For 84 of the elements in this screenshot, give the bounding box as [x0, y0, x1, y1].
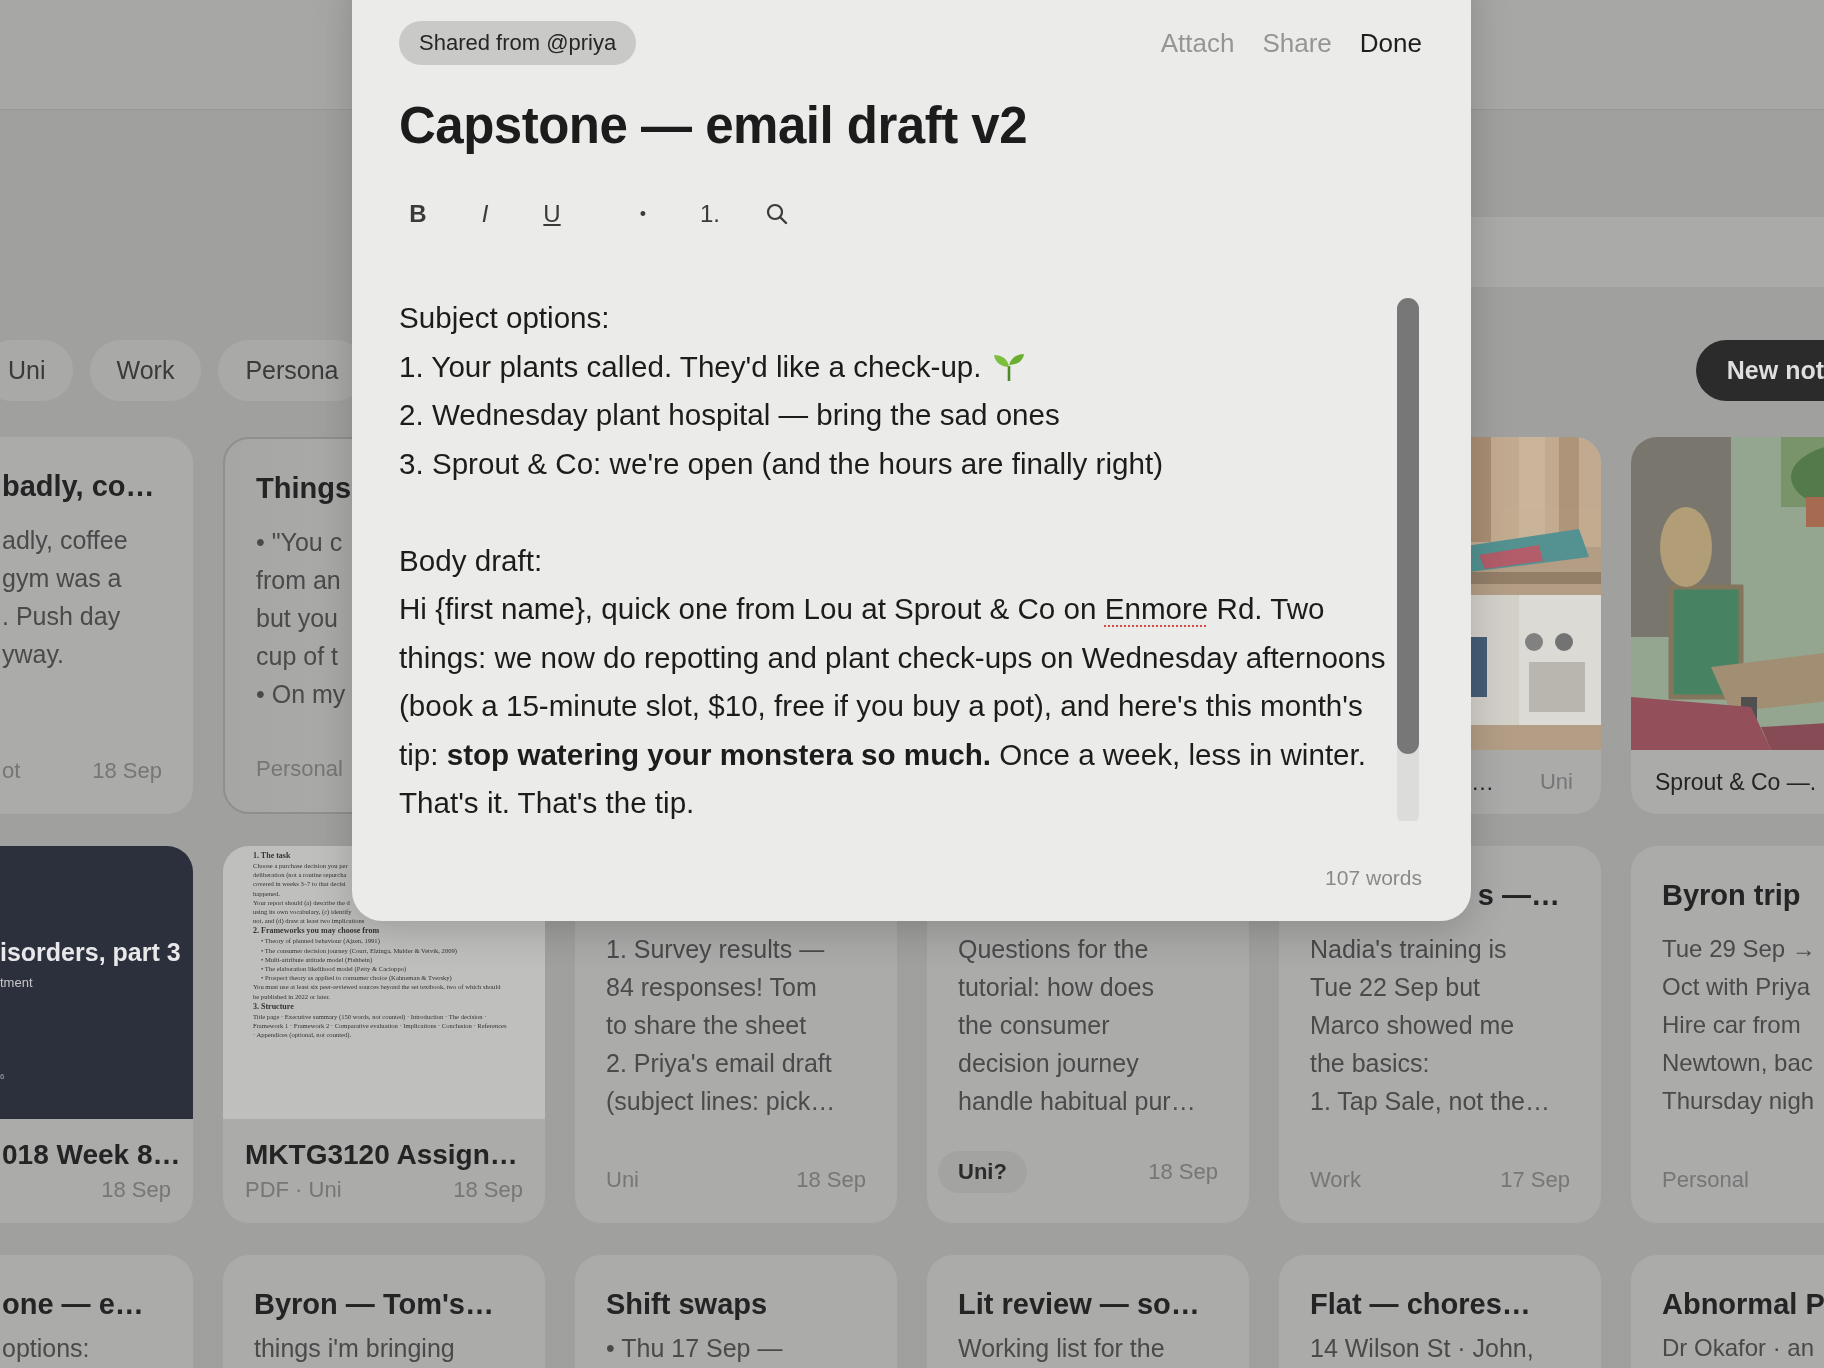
bullet-button[interactable]: • [623, 194, 663, 234]
note-text: Nadia's training is [1310, 934, 1507, 965]
note-text: 1. Survey results — [606, 934, 825, 965]
note-text: the basics: [1310, 1048, 1430, 1079]
bold-button[interactable]: B [398, 194, 438, 234]
seedling-icon [991, 351, 1026, 382]
note-text: • On my [256, 679, 346, 710]
note-title: 018 Week 8… [2, 1138, 181, 1172]
scrollbar[interactable] [1397, 298, 1419, 821]
note-text: Dr Okafor · an [1662, 1333, 1815, 1363]
note-text: yway. [2, 639, 65, 670]
subject-line: 1. Your plants called. They'd like a check-up. [399, 348, 982, 385]
note-text: but you [256, 603, 338, 634]
underline-button[interactable]: U [532, 194, 572, 234]
italic-button[interactable]: I [465, 194, 505, 234]
note-text: Questions for the [958, 934, 1149, 965]
note-card[interactable]: Flat — chores… 14 Wilson St · John, [1279, 1255, 1601, 1368]
new-note-button[interactable]: New not [1695, 340, 1824, 401]
body-heading: Subject options: [399, 300, 611, 336]
subject-line: 3. Sprout & Co: we're open (and the hours are finally right) [399, 445, 1163, 482]
note-card[interactable]: Byron — Tom's… things i'm bringing [223, 1255, 545, 1368]
note-text: adly, coffee [2, 525, 128, 556]
note-card[interactable]: Abnormal P Dr Okafor · an [1631, 1255, 1824, 1368]
note-text: Working list for the [958, 1333, 1165, 1364]
filter-chip[interactable]: Uni [0, 340, 73, 401]
note-card[interactable]: Shift swaps • Thu 17 Sep — [575, 1255, 897, 1368]
note-text: 1. Tap Sale, not the… [1310, 1086, 1550, 1117]
note-text: cup of t [256, 641, 338, 672]
note-title: Flat — chores… [1310, 1287, 1531, 1322]
note-text: Tue 22 Sep but [1310, 972, 1481, 1003]
search-icon [765, 202, 789, 226]
body-heading: Body draft: [399, 542, 544, 579]
slide-footer: 6 [0, 1072, 5, 1081]
note-text: gym was a [2, 563, 122, 594]
note-card[interactable]: Lit review — so… Working list for the [927, 1255, 1249, 1368]
note-text: tutorial: how does [958, 972, 1154, 1003]
note-title-heading: Capstone — email draft v2 [399, 96, 1028, 156]
note-text: handle habitual pur… [958, 1086, 1196, 1117]
note-caption: … [1471, 768, 1494, 796]
note-text: things i'm bringing [254, 1333, 455, 1364]
document-heading: 1. The task [253, 850, 291, 861]
body-paragraph: Hi {first name}, quick one from Lou at Sprout & Co on Enmore Rd. Two things: we now do repotting and plant check-ups on Wednesday afternoons (book a 15-minute slot, $10, free if you buy a pot), and here's this month's tip: stop watering your monstera so much. Once a week, less in winter. That's it. That's the tip. [399, 591, 1387, 821]
slide-title: isorders, part 3 [0, 938, 181, 967]
note-caption: Sprout & Co —. [1655, 768, 1817, 796]
note-title: s —… [1477, 878, 1560, 913]
note-text: Newtown, bac [1662, 1048, 1813, 1078]
note-title: Things [256, 471, 352, 506]
note-title: badly, co… [2, 469, 155, 504]
word-count: 107 words [1325, 866, 1422, 890]
note-title: one — e… [2, 1287, 144, 1322]
note-card[interactable]: Sprout & Co —. [1631, 437, 1824, 814]
note-text: the consumer [958, 1010, 1110, 1041]
action-button[interactable]: Done [1359, 27, 1422, 59]
note-title: Byron trip [1662, 878, 1801, 913]
filter-chip[interactable]: Work [89, 340, 202, 401]
note-title: Abnormal P [1662, 1287, 1824, 1322]
note-text: (subject lines: pick… [606, 1086, 836, 1117]
note-text: 84 responses! Tom [606, 972, 817, 1003]
slide-subtitle: tment [0, 975, 33, 990]
subject-line: 2. Wednesday plant hospital — bring the sad ones [399, 397, 1060, 433]
note-text: to share the sheet [606, 1010, 807, 1041]
note-text: Oct with Priya [1662, 972, 1811, 1002]
document-heading: 2. Frameworks you may choose from [253, 925, 380, 937]
note-card[interactable]: one — e… options: [0, 1255, 193, 1368]
note-text: decision journey [958, 1048, 1139, 1079]
note-title: MKTG3120 Assign… [245, 1138, 518, 1172]
note-text: from an [256, 565, 341, 596]
note-text: 2. Priya's email draft [606, 1048, 832, 1079]
note-text: 14 Wilson St · John, [1310, 1333, 1534, 1364]
note-text: . Push day [2, 601, 121, 632]
note-text: Marco showed me [1310, 1010, 1515, 1041]
note-text: • "You c [256, 527, 343, 558]
note-title: Lit review — so… [958, 1287, 1200, 1322]
note-text: Tue 29 Sep → [1662, 934, 1816, 964]
note-title: Byron — Tom's… [254, 1287, 494, 1322]
tag-chip[interactable]: Uni? [938, 1151, 1027, 1193]
numbered-button[interactable]: 1. [690, 194, 730, 234]
note-text: options: [2, 1333, 90, 1364]
document-heading: 3. Structure [253, 1000, 294, 1012]
shared-badge: Shared from @priya [399, 21, 637, 65]
note-text: Hire car from [1662, 1010, 1801, 1040]
note-title: Shift swaps [606, 1287, 768, 1322]
note-text: Thursday nigh [1662, 1086, 1815, 1116]
note-text: • Thu 17 Sep — [606, 1333, 783, 1364]
